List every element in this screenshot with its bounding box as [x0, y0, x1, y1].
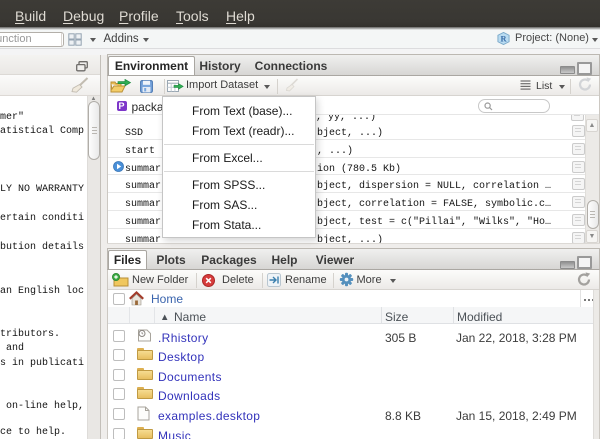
svg-text:R: R — [500, 34, 507, 43]
